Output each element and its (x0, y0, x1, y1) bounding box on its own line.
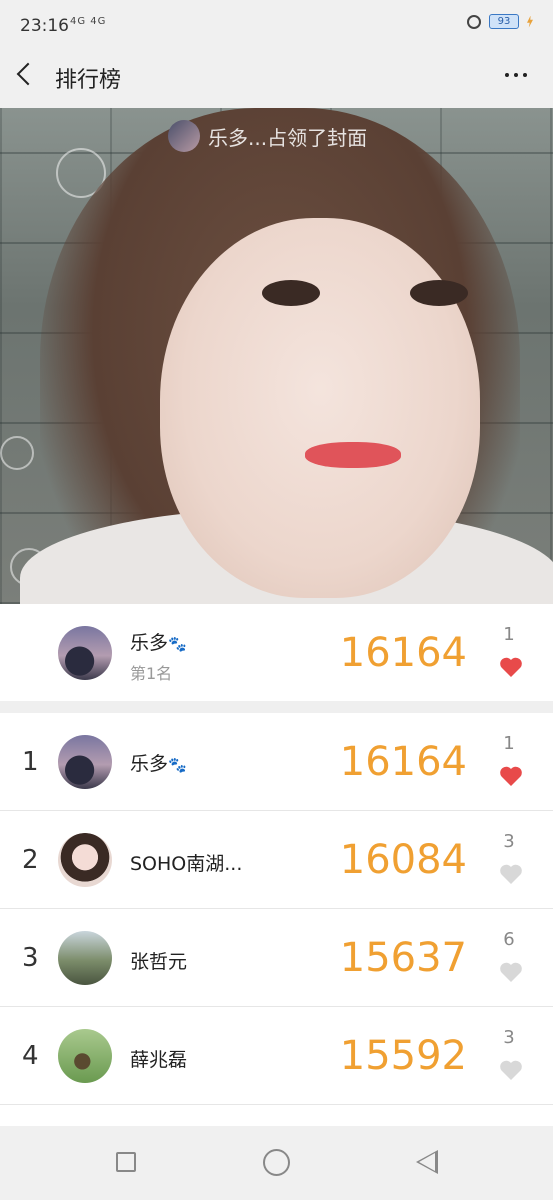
system-back-icon[interactable] (416, 1150, 438, 1174)
recent-apps-icon[interactable] (116, 1152, 136, 1172)
paw-icon: 🐾 (168, 756, 187, 774)
step-score: 16164 (339, 630, 467, 676)
like-count: 3 (503, 1027, 515, 1048)
cover-eye (262, 280, 320, 306)
step-score: 15637 (339, 935, 467, 981)
rotation-lock-icon (467, 14, 481, 29)
page-title: 排行榜 (55, 68, 122, 93)
user-name: 张哲元 (130, 951, 188, 973)
bubble (0, 436, 34, 470)
heart-icon[interactable] (499, 765, 523, 787)
cover-image[interactable]: 乐多...占领了封面 (0, 108, 553, 604)
avatar[interactable] (58, 833, 112, 887)
paw-icon: 🐾 (168, 635, 187, 653)
status-right: 93 (467, 14, 533, 29)
heart-icon[interactable] (499, 961, 523, 983)
cover-lips (305, 442, 401, 468)
step-score: 16084 (339, 837, 467, 883)
cover-caption: 乐多...占领了封面 (208, 125, 368, 150)
step-score: 16164 (339, 739, 467, 785)
user-name: SOHO南湖... (130, 853, 243, 875)
charging-icon (527, 15, 533, 28)
section-divider (0, 701, 553, 713)
like-count: 3 (503, 831, 515, 852)
like-count: 1 (503, 624, 515, 645)
rank-number: 3 (22, 943, 39, 973)
rank-number: 2 (22, 845, 39, 875)
like-count: 6 (503, 929, 515, 950)
cover-face (160, 218, 480, 598)
home-icon[interactable] (263, 1149, 290, 1176)
battery-icon: 93 (489, 14, 519, 29)
avatar[interactable] (58, 735, 112, 789)
my-rank-position: 第1名 (130, 664, 173, 683)
rank-number: 4 (22, 1041, 39, 1071)
more-icon[interactable] (505, 73, 527, 77)
nav-bar: 排行榜 (0, 46, 553, 108)
cover-avatar (168, 120, 200, 152)
step-score: 15592 (339, 1033, 467, 1079)
rank-number: 1 (22, 747, 39, 777)
ranking-row[interactable]: 4 薛兆磊 15592 3 (0, 1007, 553, 1105)
cover-header: 乐多...占领了封面 (168, 120, 367, 152)
heart-icon[interactable] (499, 656, 523, 678)
back-icon[interactable] (16, 62, 40, 86)
avatar[interactable] (58, 931, 112, 985)
avatar[interactable] (58, 1029, 112, 1083)
ranking-row[interactable]: 3 张哲元 15637 6 (0, 909, 553, 1007)
my-rank-card[interactable]: 乐多🐾 第1名 16164 1 (0, 604, 553, 701)
user-name: 乐多🐾 (130, 632, 187, 654)
avatar[interactable] (58, 626, 112, 680)
status-time: 23:16 (20, 16, 69, 36)
user-name: 乐多🐾 (130, 753, 187, 775)
ranking-row[interactable]: 2 SOHO南湖... 16084 3 (0, 811, 553, 909)
ranking-row[interactable]: 1 乐多🐾 16164 1 (0, 713, 553, 811)
status-bar: 23:16 4G 4G 93 (0, 0, 553, 46)
like-count: 1 (503, 733, 515, 754)
heart-icon[interactable] (499, 1059, 523, 1081)
heart-icon[interactable] (499, 863, 523, 885)
signal-icon: 4G 4G (70, 16, 107, 27)
system-nav-bar (0, 1126, 553, 1200)
user-name: 薛兆磊 (130, 1049, 188, 1071)
cover-eye (410, 280, 468, 306)
